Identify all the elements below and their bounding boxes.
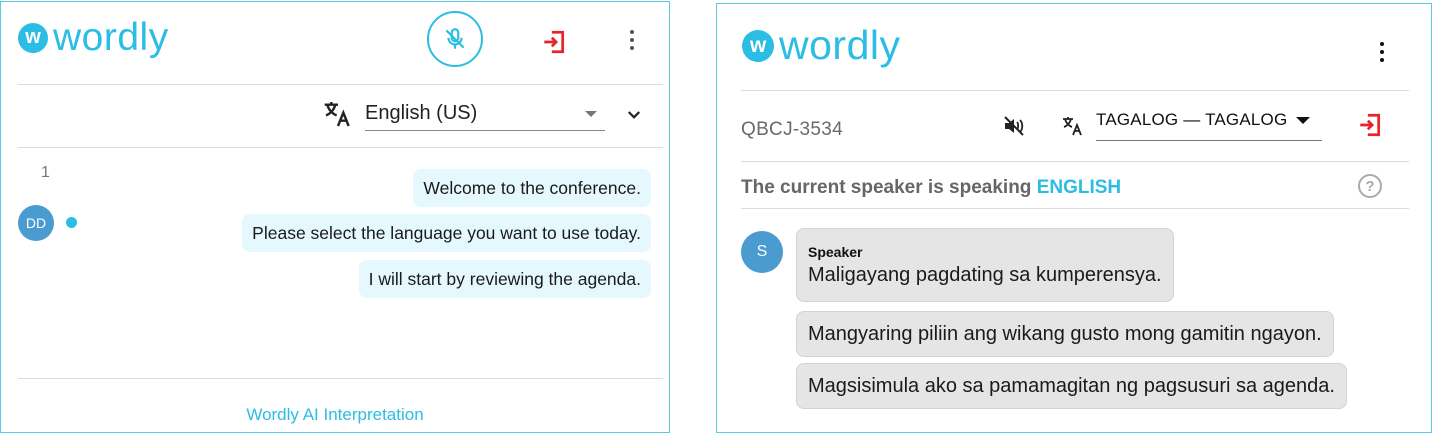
message-bubble: Please select the language you want to u… — [242, 214, 651, 252]
wordly-logo: w wordly — [18, 18, 169, 57]
footer-link[interactable]: Wordly AI Interpretation — [1, 405, 669, 425]
chevron-down-icon[interactable] — [625, 106, 643, 124]
speaking-prefix: The current speaker is speaking — [741, 177, 1032, 198]
dropdown-arrow-icon — [585, 111, 597, 117]
session-code: QBCJ-3534 — [741, 119, 843, 140]
translate-icon — [1063, 117, 1082, 136]
translate-icon — [324, 102, 350, 127]
logo-text: wordly — [779, 22, 901, 68]
avatar: S — [741, 231, 783, 273]
more-vert-icon[interactable] — [630, 30, 634, 50]
avatar: DD — [18, 205, 54, 241]
speaking-status: The current speaker is speaking ENGLISH — [741, 177, 1121, 199]
message-text: Maligayang pagdating sa kumperensya. — [808, 264, 1162, 286]
live-indicator-dot — [66, 217, 77, 228]
help-icon[interactable]: ? — [1358, 174, 1382, 198]
message-text: Mangyaring piliin ang wikang gusto mong … — [808, 323, 1322, 345]
mic-toggle-button[interactable] — [427, 11, 483, 67]
logo-text: wordly — [53, 16, 169, 59]
language-select[interactable]: English (US) — [365, 100, 605, 131]
exit-icon[interactable] — [1357, 112, 1383, 138]
language-selector[interactable]: English (US) — [322, 98, 642, 138]
language-selector[interactable]: TAGALOG — TAGALOG — [1061, 108, 1323, 144]
message-text: Magsisimula ako sa pamamagitan ng pagsus… — [808, 375, 1335, 397]
logo-badge: w — [18, 22, 48, 53]
logo-badge: w — [742, 29, 774, 62]
row-number: 1 — [41, 164, 50, 181]
divider — [18, 147, 663, 148]
message-bubble: Magsisimula ako sa pamamagitan ng pagsus… — [796, 363, 1347, 409]
message-bubble: Welcome to the conference. — [413, 169, 651, 207]
speaker-name: Speaker — [808, 244, 863, 260]
divider — [18, 84, 663, 85]
more-vert-icon[interactable] — [1380, 42, 1384, 62]
speaking-language: ENGLISH — [1036, 177, 1122, 198]
message-bubble: Mangyaring piliin ang wikang gusto mong … — [796, 311, 1334, 357]
language-value: TAGALOG — TAGALOG — [1096, 110, 1288, 129]
dropdown-arrow-icon — [1296, 117, 1310, 124]
volume-off-icon[interactable] — [1002, 114, 1026, 138]
mic-off-icon — [445, 28, 465, 49]
divider — [741, 90, 1409, 91]
message-bubble: Speaker Maligayang pagdating sa kumperen… — [796, 228, 1174, 302]
right-panel: w wordly QBCJ-3534 TAGALOG — TAGALOG The… — [716, 3, 1432, 433]
language-value: English (US) — [365, 102, 478, 124]
language-select[interactable]: TAGALOG — TAGALOG — [1096, 108, 1322, 141]
wordly-logo: w wordly — [742, 25, 900, 66]
left-panel: w wordly English (US) 1 DD Welcome to th… — [0, 1, 670, 433]
message-bubble: I will start by reviewing the agenda. — [358, 260, 651, 298]
divider — [741, 161, 1409, 162]
exit-icon[interactable] — [541, 29, 567, 55]
divider — [741, 208, 1409, 209]
divider — [18, 378, 663, 379]
